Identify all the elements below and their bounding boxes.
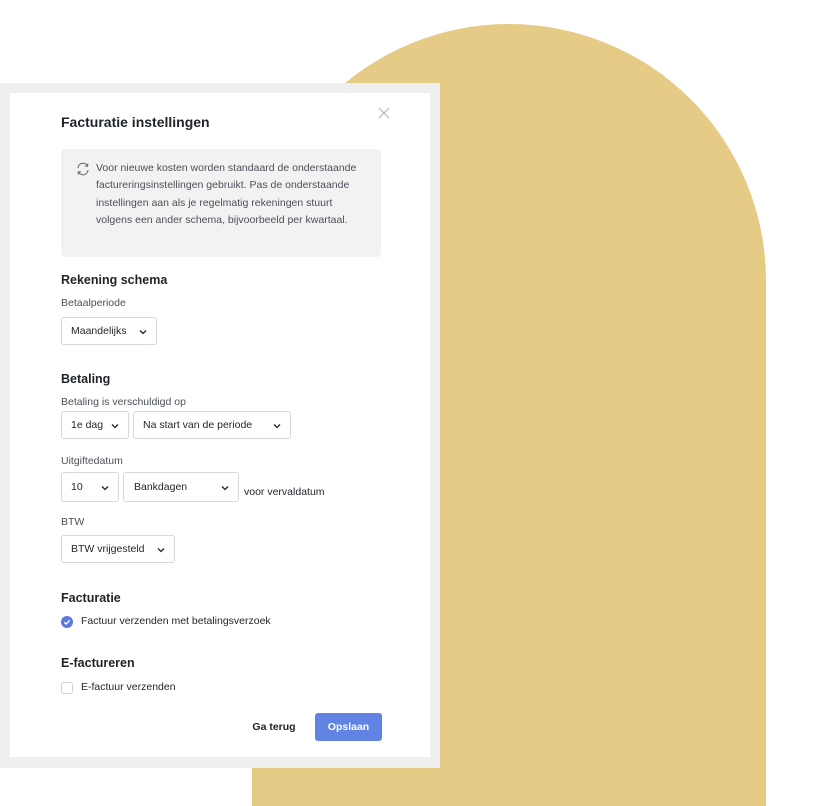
issue-suffix: voor vervaldatum — [244, 486, 325, 498]
due-relative-value: Na start van de periode — [143, 419, 253, 431]
chevron-down-icon — [221, 486, 229, 491]
vat-label: BTW — [61, 516, 85, 528]
due-day-value: 1e dag — [71, 419, 104, 431]
due-label: Betaling is verschuldigd op — [61, 396, 186, 408]
payment-heading: Betaling — [61, 372, 111, 386]
send-einvoice-checkbox[interactable] — [61, 682, 73, 694]
back-button[interactable]: Ga terug — [247, 713, 301, 741]
send-with-request-checkbox[interactable] — [61, 616, 73, 628]
issue-count-value: 10 — [71, 481, 83, 493]
chevron-down-icon — [273, 424, 281, 429]
einvoicing-heading: E-factureren — [61, 656, 135, 670]
due-relative-select[interactable]: Na start van de periode — [133, 411, 291, 439]
refresh-icon — [77, 162, 89, 176]
period-select[interactable]: Maandelijks — [61, 317, 157, 345]
modal-title: Facturatie instellingen — [61, 114, 210, 130]
save-button[interactable]: Opslaan — [315, 713, 382, 741]
chevron-down-icon — [111, 424, 119, 429]
info-text: Voor nieuwe kosten worden standaard de o… — [96, 162, 357, 227]
issue-unit-select[interactable]: Bankdagen — [123, 472, 239, 502]
chevron-down-icon — [139, 330, 147, 335]
send-einvoice-label: E-factuur verzenden — [81, 681, 176, 693]
send-with-request-label: Factuur verzenden met betalingsverzoek — [81, 615, 271, 627]
close-icon[interactable] — [376, 105, 392, 121]
schedule-heading: Rekening schema — [61, 273, 168, 287]
period-label: Betaalperiode — [61, 297, 126, 309]
vat-select[interactable]: BTW vrijgesteld — [61, 535, 175, 563]
due-day-select[interactable]: 1e dag — [61, 411, 129, 439]
issue-date-label: Uitgiftedatum — [61, 455, 123, 467]
info-box: Voor nieuwe kosten worden standaard de o… — [61, 149, 381, 257]
chevron-down-icon — [101, 486, 109, 491]
period-value: Maandelijks — [71, 325, 127, 337]
issue-unit-value: Bankdagen — [134, 481, 188, 493]
issue-count-select[interactable]: 10 — [61, 472, 119, 502]
invoicing-heading: Facturatie — [61, 591, 121, 605]
vat-value: BTW vrijgesteld — [71, 543, 145, 555]
chevron-down-icon — [157, 548, 165, 553]
checkmark-icon — [63, 619, 71, 625]
